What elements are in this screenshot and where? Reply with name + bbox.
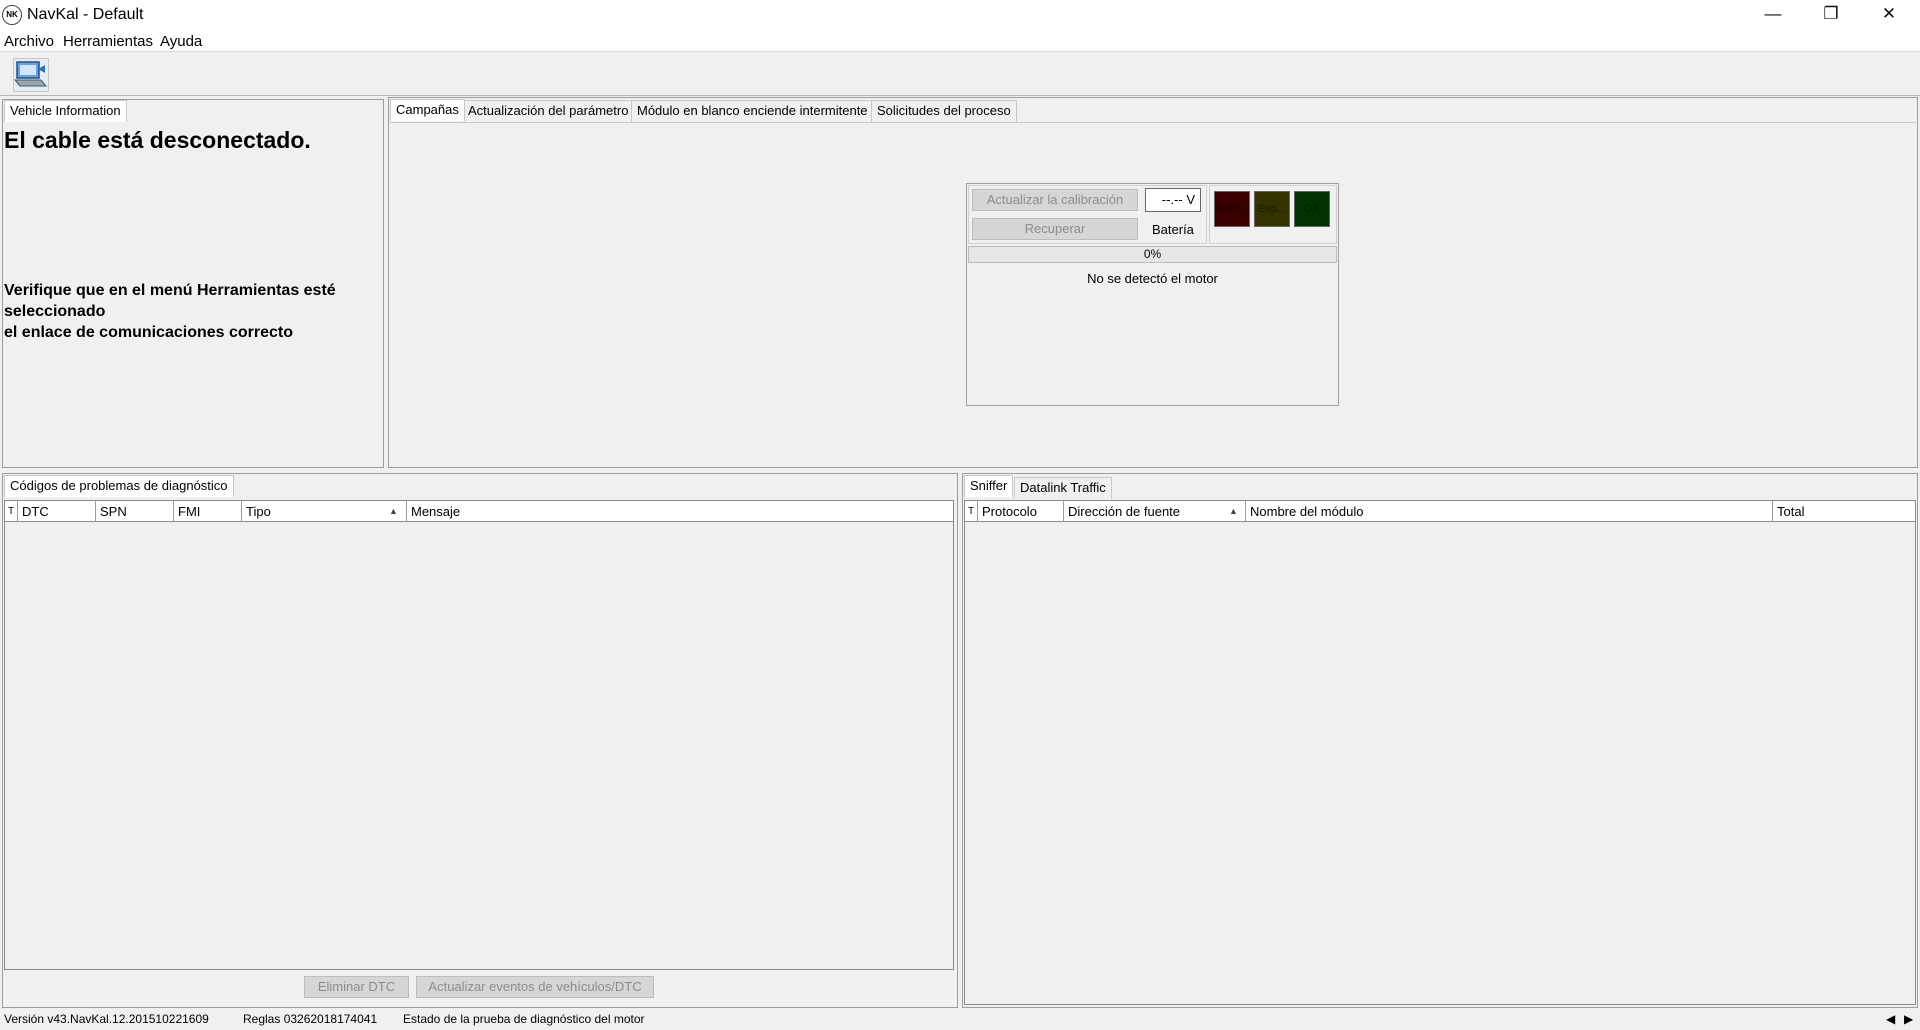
minimize-button[interactable]: — bbox=[1744, 0, 1802, 30]
dtc-filter-icon[interactable]: T bbox=[5, 501, 18, 522]
dtc-col-mensaje[interactable]: Mensaje bbox=[407, 501, 953, 522]
menu-archivo[interactable]: Archivo bbox=[4, 33, 54, 50]
calibration-progress-bar: 0% bbox=[968, 246, 1337, 263]
tab-solicitudes-proceso[interactable]: Solicitudes del proceso bbox=[871, 100, 1017, 122]
battery-label: Batería bbox=[1152, 222, 1194, 237]
tab-campanas[interactable]: Campañas bbox=[390, 99, 465, 121]
tab-vehicle-information[interactable]: Vehicle Information bbox=[4, 100, 127, 122]
tab-dtc-codes[interactable]: Códigos de problemas de diagnóstico bbox=[4, 475, 234, 497]
menu-herramientas[interactable]: Herramientas bbox=[63, 33, 153, 50]
engine-status-text: No se detectó el motor bbox=[1087, 271, 1218, 286]
laptop-connect-icon bbox=[13, 61, 48, 87]
delete-dtc-button[interactable]: Eliminar DTC bbox=[304, 976, 409, 998]
update-calibration-button[interactable]: Actualizar la calibración bbox=[972, 189, 1138, 211]
instruction-line-3: el enlace de comunicaciones correcto bbox=[4, 324, 294, 341]
progress-text: 0% bbox=[1143, 247, 1162, 261]
maximize-button[interactable]: ❐ bbox=[1802, 0, 1860, 30]
connect-vehicle-button[interactable] bbox=[13, 58, 49, 92]
dtc-col-dtc[interactable]: DTC bbox=[18, 501, 96, 522]
tab-modulo-en-blanco[interactable]: Módulo en blanco enciende intermitente bbox=[631, 100, 874, 122]
test-state-text: Estado de la prueba de diagnóstico del m… bbox=[403, 1012, 645, 1026]
sort-ascending-icon: ▲ bbox=[1229, 506, 1238, 516]
rules-text: Reglas 03262018174041 bbox=[243, 1012, 378, 1026]
sniffer-col-protocolo[interactable]: Protocolo bbox=[978, 501, 1064, 522]
menu-ayuda[interactable]: Ayuda bbox=[160, 33, 202, 50]
version-text: Versión v43.NavKal.12.201510221609 bbox=[4, 1012, 209, 1026]
sniffer-col-total[interactable]: Total bbox=[1773, 501, 1915, 522]
scroll-left-icon[interactable]: ◀ bbox=[1886, 1012, 1895, 1026]
instruction-line-2: seleccionado bbox=[4, 303, 106, 320]
update-vehicle-events-button[interactable]: Actualizar eventos de vehículos/DTC bbox=[416, 976, 654, 998]
sniffer-filter-icon[interactable]: T bbox=[965, 501, 978, 522]
sniffer-table bbox=[964, 500, 1916, 1005]
instruction-line-1: Verifique que en el menú Herramientas es… bbox=[4, 282, 336, 299]
ok-light: OK bbox=[1294, 191, 1330, 227]
app-logo-icon: NK bbox=[2, 5, 22, 25]
dtc-table bbox=[4, 500, 954, 970]
recover-button[interactable]: Recuperar bbox=[972, 218, 1138, 240]
sniffer-col-direccion-fuente[interactable]: Dirección de fuente bbox=[1064, 501, 1246, 522]
dtc-col-tipo[interactable]: Tipo bbox=[242, 501, 407, 522]
window-title: NavKal - Default bbox=[27, 6, 144, 23]
tab-sniffer[interactable]: Sniffer bbox=[964, 475, 1014, 497]
close-button[interactable]: ✕ bbox=[1860, 0, 1918, 30]
title-bar bbox=[0, 0, 1920, 30]
dtc-col-fmi[interactable]: FMI bbox=[174, 501, 242, 522]
battery-voltage-field: --.-- V bbox=[1145, 188, 1201, 212]
waiting-light: Esp... bbox=[1254, 191, 1290, 227]
cable-status-headline: El cable está desconectado. bbox=[4, 127, 311, 153]
toolbar bbox=[0, 53, 1920, 96]
dtc-col-spn[interactable]: SPN bbox=[96, 501, 174, 522]
sniffer-col-nombre-modulo[interactable]: Nombre del módulo bbox=[1246, 501, 1773, 522]
sort-ascending-icon: ▲ bbox=[389, 506, 398, 516]
tab-datalink-traffic[interactable]: Datalink Traffic bbox=[1014, 477, 1112, 499]
tab-actualizacion-parametro[interactable]: Actualización del parámetro bbox=[462, 100, 635, 122]
error-light: Error bbox=[1214, 191, 1250, 227]
menu-bar bbox=[0, 30, 1920, 52]
scroll-right-icon[interactable]: ▶ bbox=[1904, 1012, 1913, 1026]
